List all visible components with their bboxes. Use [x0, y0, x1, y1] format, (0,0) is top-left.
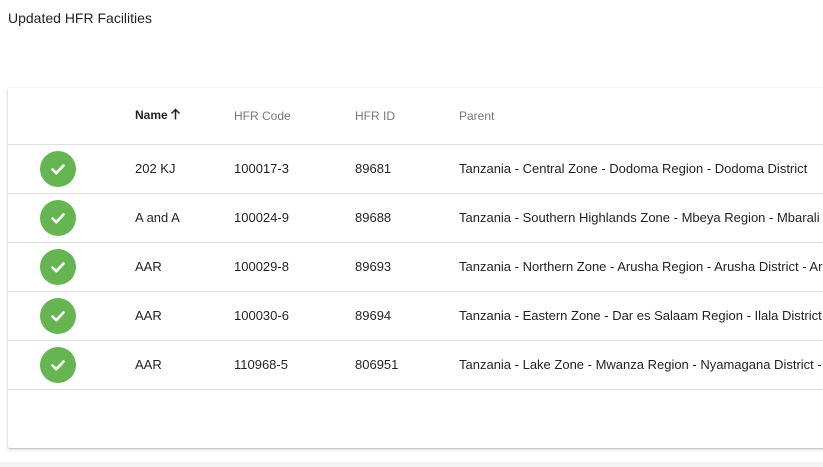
- table-row[interactable]: AAR 100029-8 89693 Tanzania - Northern Zone…: [8, 242, 823, 291]
- cell-name: AAR: [135, 259, 162, 274]
- cell-parent: Tanzania - Northern Zone - Arusha Region…: [459, 259, 823, 274]
- cell-parent: Tanzania - Southern Highlands Zone - Mbe…: [459, 210, 823, 225]
- table-row[interactable]: 202 KJ 100017-3 89681 Tanzania - Central Zo…: [8, 144, 823, 193]
- sort-ascending-arrow-icon[interactable]: [170, 108, 181, 123]
- page-title: Updated HFR Facilities: [8, 10, 152, 26]
- cell-name: A and A: [135, 210, 180, 225]
- facilities-table: Name HFR Code HFR ID Parent 202 KJ 100017…: [8, 88, 823, 390]
- cell-parent: Tanzania - Eastern Zone - Dar es Salaam …: [459, 308, 823, 323]
- status-cell: [8, 242, 135, 291]
- cell-name: 202 KJ: [135, 161, 176, 176]
- cell-hfr-id: 806951: [355, 357, 399, 372]
- check-circle-icon: [40, 199, 76, 236]
- cell-hfr-id: 89693: [355, 259, 392, 274]
- status-cell: [8, 193, 135, 242]
- table-row[interactable]: AAR 110968-5 806951 Tanzania - Lake Zone - …: [8, 340, 823, 389]
- facilities-table-card: Name HFR Code HFR ID Parent 202 KJ 100017…: [8, 88, 823, 448]
- check-circle-icon: [40, 346, 76, 383]
- cell-name: AAR: [135, 308, 162, 323]
- check-circle-icon: [40, 150, 76, 187]
- status-cell: [8, 291, 135, 340]
- status-cell: [8, 144, 135, 193]
- cell-name: AAR: [135, 357, 162, 372]
- page-footer-strip: [0, 462, 823, 467]
- check-circle-icon: [40, 297, 76, 334]
- cell-parent: Tanzania - Lake Zone - Mwanza Region - N…: [459, 357, 823, 372]
- cell-hfr-code: 100024-9: [234, 210, 289, 225]
- column-header-hfr-id[interactable]: HFR ID: [355, 88, 459, 144]
- cell-hfr-id: 89688: [355, 210, 392, 225]
- column-header-status: [8, 88, 135, 144]
- column-header-parent[interactable]: Parent: [459, 88, 823, 144]
- cell-hfr-id: 89694: [355, 308, 392, 323]
- cell-parent: Tanzania - Central Zone - Dodoma Region …: [459, 161, 808, 176]
- table-body: 202 KJ 100017-3 89681 Tanzania - Central Zo…: [8, 144, 823, 389]
- cell-hfr-code: 100017-3: [234, 161, 289, 176]
- table-row[interactable]: A and A 100024-9 89688 Tanzania - Southern …: [8, 193, 823, 242]
- table-header-row: Name HFR Code HFR ID Parent: [8, 88, 823, 144]
- table-row[interactable]: AAR 100030-6 89694 Tanzania - Eastern Zone …: [8, 291, 823, 340]
- column-header-name-label: Name: [135, 108, 168, 123]
- cell-hfr-code: 110968-5: [234, 357, 288, 372]
- column-header-hfr-code[interactable]: HFR Code: [234, 88, 355, 144]
- column-header-name[interactable]: Name: [135, 88, 234, 144]
- table-header: Name HFR Code HFR ID Parent: [8, 88, 823, 144]
- cell-hfr-id: 89681: [355, 161, 392, 176]
- cell-hfr-code: 100029-8: [234, 259, 289, 274]
- cell-hfr-code: 100030-6: [234, 308, 289, 323]
- status-cell: [8, 340, 135, 389]
- check-circle-icon: [40, 248, 76, 285]
